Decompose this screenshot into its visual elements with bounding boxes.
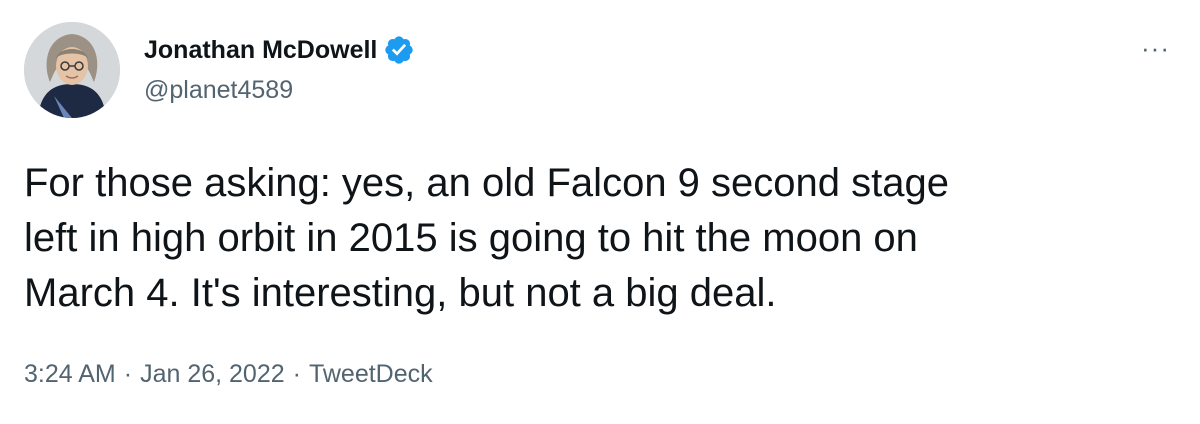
avatar[interactable] xyxy=(24,22,120,118)
tweet-text: For those asking: yes, an old Falcon 9 s… xyxy=(24,156,1144,321)
tweet-meta: 3:24 AM · Jan 26, 2022 · TweetDeck xyxy=(24,360,433,389)
tweet-text-line: For those asking: yes, an old Falcon 9 s… xyxy=(24,161,949,205)
tweet-card: Jonathan McDowell @planet4589 ··· For th… xyxy=(0,0,1200,424)
author-display-name[interactable]: Jonathan McDowell xyxy=(144,36,377,65)
tweet-date-link[interactable]: Jan 26, 2022 xyxy=(140,360,285,389)
meta-separator: · xyxy=(123,360,133,388)
tweet-text-line: left in high orbit in 2015 is going to h… xyxy=(24,216,918,260)
more-options-icon[interactable]: ··· xyxy=(1141,35,1170,61)
verified-badge-icon xyxy=(383,34,415,66)
author-handle[interactable]: @planet4589 xyxy=(144,76,293,105)
meta-separator: · xyxy=(292,360,301,388)
tweet-text-line: March 4. It's interesting, but not a big… xyxy=(24,271,777,315)
profile-photo-icon xyxy=(24,22,120,118)
tweet-source-link[interactable]: TweetDeck xyxy=(309,360,433,389)
tweet-time-link[interactable]: 3:24 AM xyxy=(24,360,116,389)
author-name-row: Jonathan McDowell xyxy=(144,33,415,67)
